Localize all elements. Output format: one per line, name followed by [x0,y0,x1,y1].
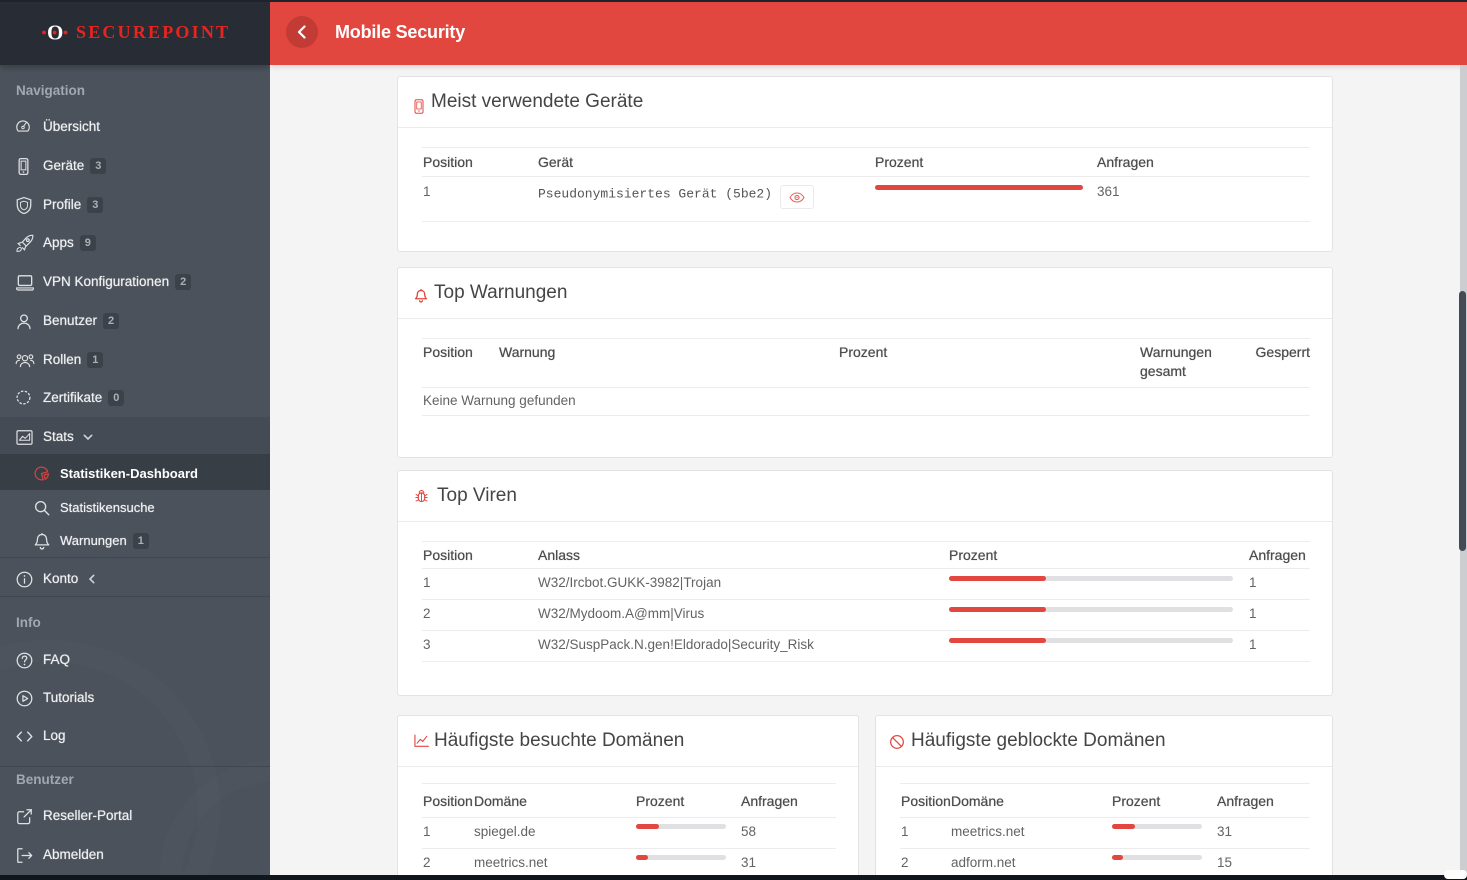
svg-text:SECUREPOINT: SECUREPOINT [76,22,230,42]
